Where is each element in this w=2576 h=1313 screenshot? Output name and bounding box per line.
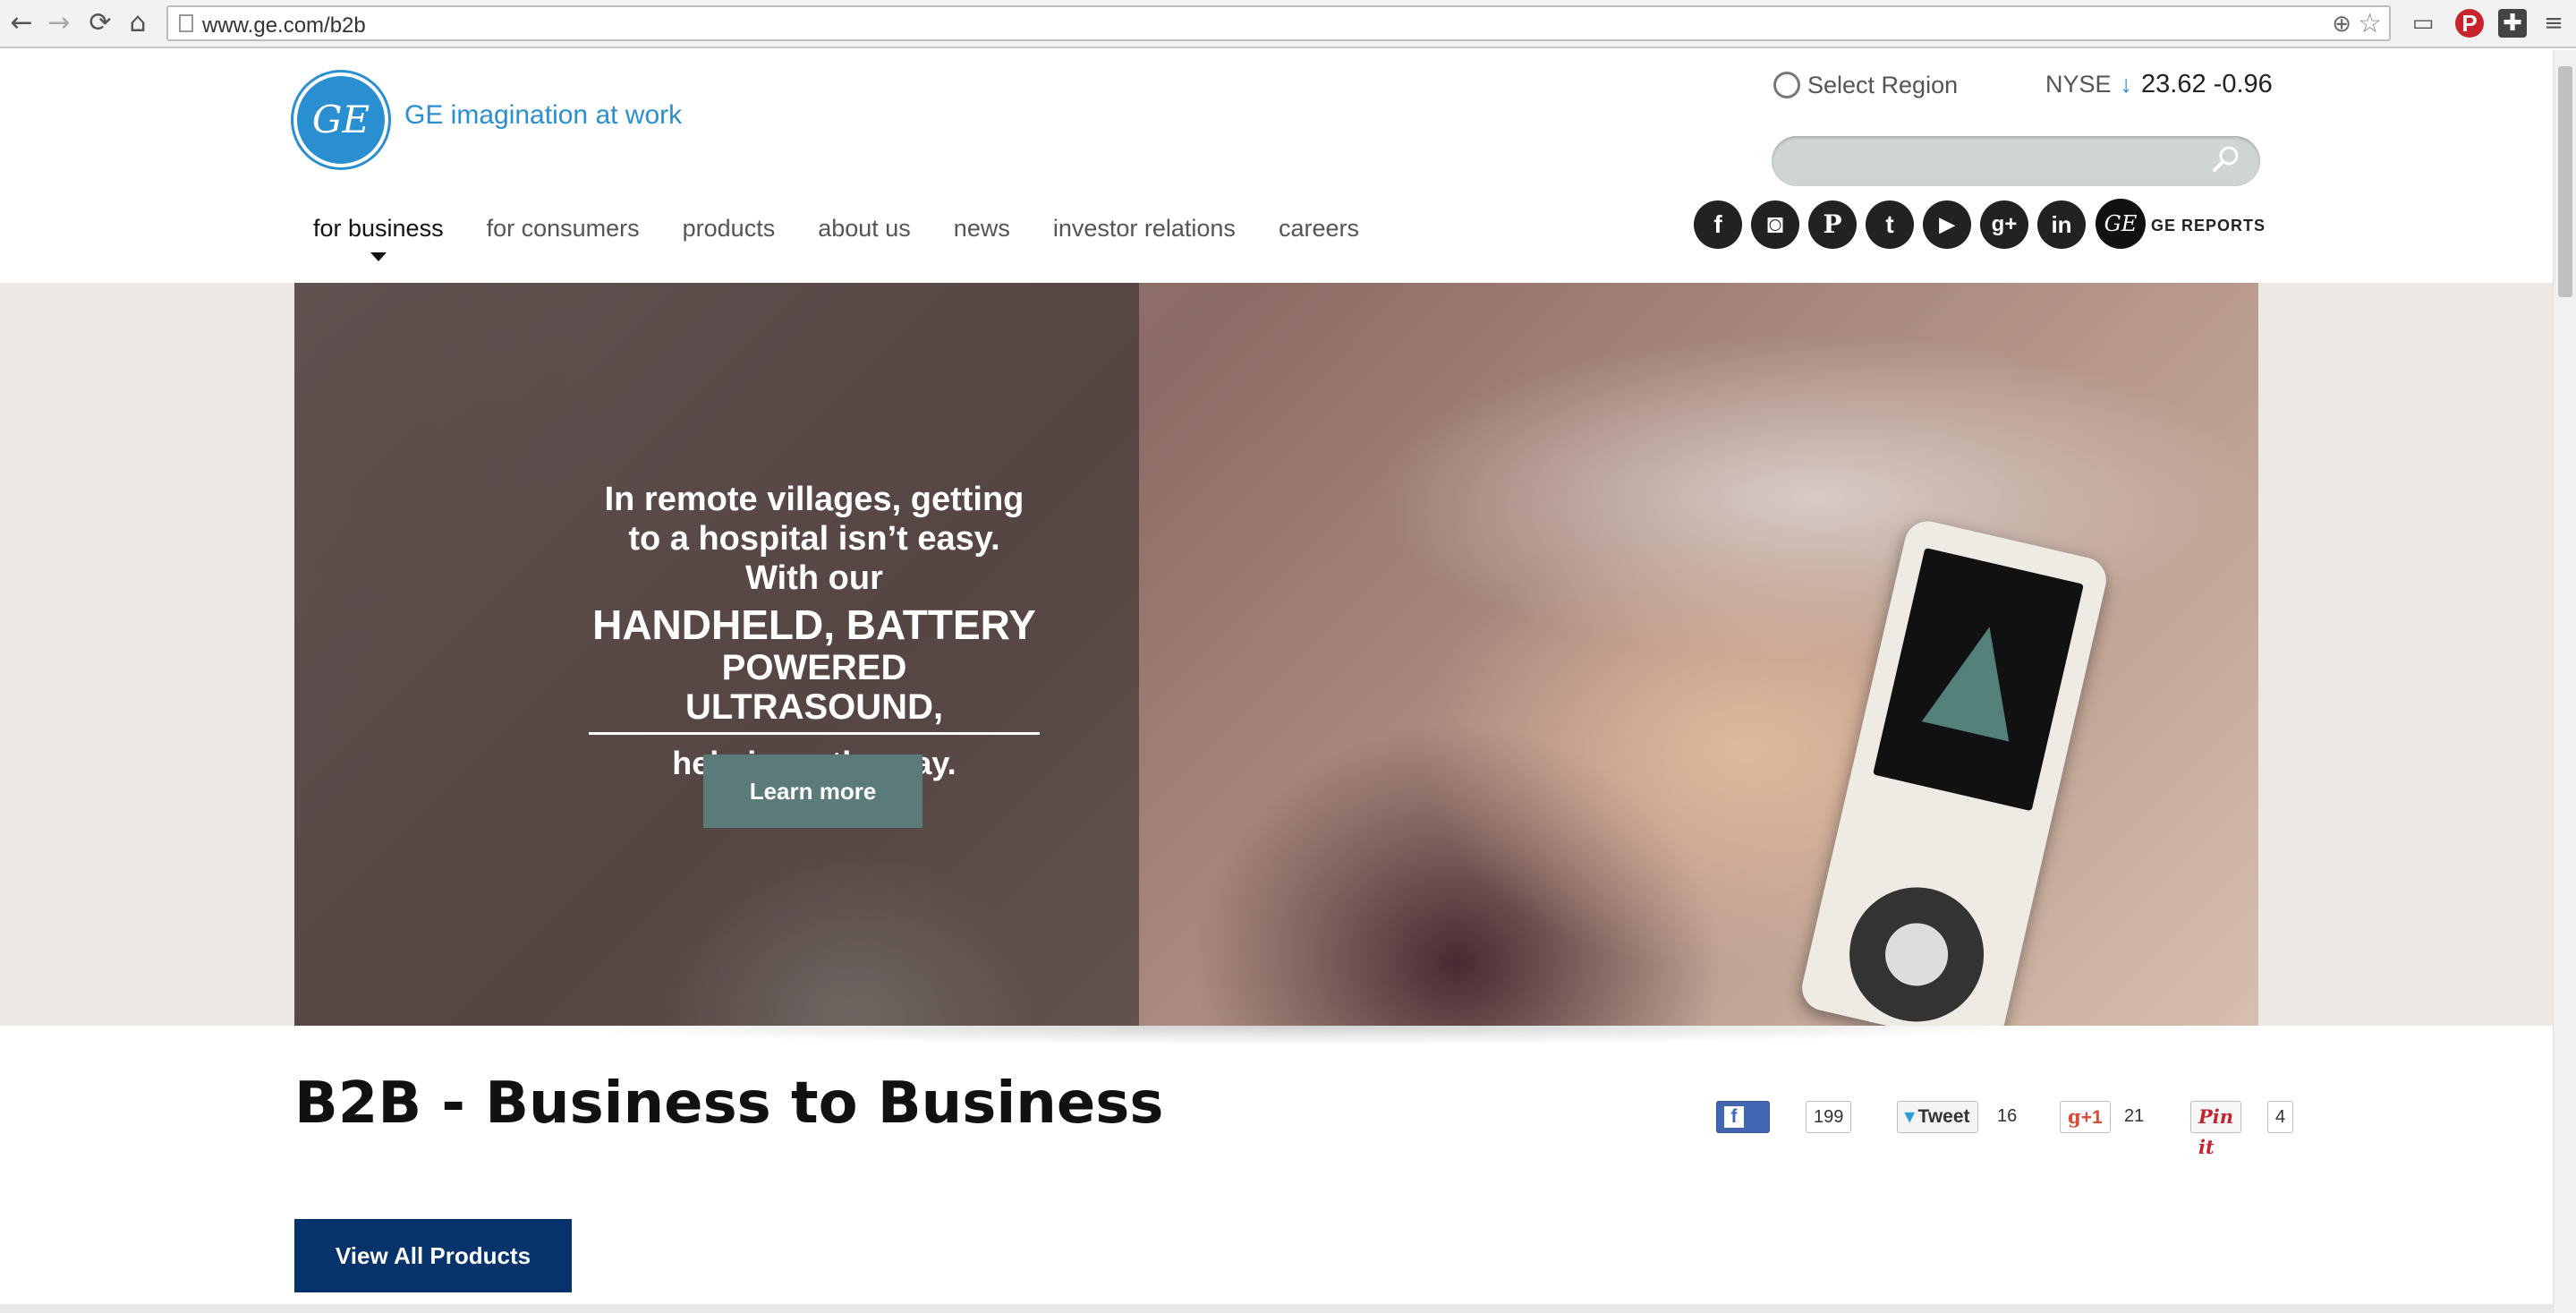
page-title: B2B - Business to Business (294, 1070, 1164, 1137)
zoom-icon[interactable]: ⊕ (2332, 11, 2351, 38)
plus-one-label: +1 (2080, 1107, 2103, 1128)
search-input[interactable] (1790, 147, 2183, 175)
menu-icon[interactable]: ≡ (2539, 9, 2568, 38)
select-region-label: Select Region (1807, 72, 1959, 98)
device-control-wheel (1836, 874, 1998, 1026)
google-plus-one-button[interactable]: g+1 (2060, 1101, 2111, 1133)
hero-headline: In remote villages, getting to a hospita… (589, 480, 1040, 783)
scrollbar-thumb[interactable] (2558, 66, 2572, 297)
tweet-button[interactable]: ▾ Tweet (1897, 1101, 1978, 1133)
forward-button[interactable]: → (43, 7, 75, 39)
home-button[interactable]: ⌂ (122, 7, 154, 39)
reload-button[interactable]: ⟳ (84, 7, 116, 39)
like-label: Like (1724, 1137, 1763, 1157)
hero-banner: In remote villages, getting to a hospita… (294, 283, 2258, 1026)
hero-line-3: POWERED ULTRASOUND, (589, 648, 1040, 735)
globe-icon (1773, 72, 1800, 98)
ge-reports-icon[interactable]: GE (2096, 199, 2146, 249)
browser-toolbar: ← → ⟳ ⌂ www.ge.com/b2b ⊕ ☆ ▭ P ✚ ≡ (0, 0, 2576, 48)
facebook-like-button[interactable]: f Like (1716, 1101, 1771, 1157)
vertical-scrollbar[interactable] (2553, 50, 2576, 1313)
plus-one-count: 21 (2117, 1101, 2152, 1133)
ultrasound-device-image (1797, 516, 2112, 1026)
youtube-icon[interactable]: ▶ (1923, 200, 1971, 249)
nav-label: for business (313, 215, 444, 242)
extension-puzzle-icon[interactable]: ✚ (2498, 9, 2527, 38)
page-icon (179, 14, 193, 32)
facebook-f-icon: f (1724, 1106, 1744, 1128)
tweet-count: 16 (1990, 1101, 2025, 1133)
down-arrow-icon: ↓ (2120, 71, 2133, 98)
active-caret-icon (370, 252, 387, 261)
address-bar[interactable]: www.ge.com/b2b ⊕ ☆ (166, 5, 2391, 41)
nav-for-consumers[interactable]: for consumers (487, 215, 640, 243)
learn-more-button[interactable]: Learn more (703, 755, 922, 828)
bookmark-star-icon[interactable]: ☆ (2358, 8, 2382, 39)
pin-count: 4 (2267, 1101, 2294, 1133)
main-nav: for business for consumers products abou… (313, 215, 1402, 261)
url-text[interactable]: www.ge.com/b2b (202, 13, 366, 38)
twitter-icon[interactable]: t (1866, 200, 1914, 249)
linkedin-icon[interactable]: in (2037, 200, 2086, 249)
logo-monogram: GE (311, 98, 370, 141)
search-box[interactable] (1772, 136, 2260, 186)
stock-ticker: NYSE ↓ 23.62 -0.96 (2045, 70, 2273, 99)
view-all-products-button[interactable]: View All Products (294, 1219, 572, 1292)
stock-exchange: NYSE (2045, 71, 2112, 98)
nav-investor-relations[interactable]: investor relations (1053, 215, 1236, 243)
facebook-icon[interactable]: f (1694, 200, 1742, 249)
hero-line-1: In remote villages, getting to a hospita… (604, 481, 1024, 597)
like-count: 199 (1806, 1101, 1852, 1133)
ge-reports-link[interactable]: GE REPORTS (2151, 217, 2266, 235)
cast-icon[interactable]: ▭ (2409, 9, 2437, 38)
back-button[interactable]: ← (5, 7, 38, 39)
twitter-bird-icon: ▾ (1905, 1106, 1915, 1127)
nav-about-us[interactable]: about us (818, 215, 911, 243)
horizontal-scrollbar[interactable] (0, 1304, 2553, 1313)
nav-news[interactable]: news (954, 215, 1010, 243)
pinterest-extension-icon[interactable]: P (2455, 9, 2484, 38)
device-screen (1873, 547, 2084, 812)
hero-line-2: HANDHELD, BATTERY (592, 601, 1036, 648)
select-region[interactable]: Select Region (1773, 72, 1958, 99)
nav-products[interactable]: products (683, 215, 776, 243)
instagram-icon[interactable]: ◙ (1751, 200, 1799, 249)
tweet-label: Tweet (1917, 1106, 1970, 1127)
google-g-icon: g (2068, 1105, 2081, 1128)
ge-logo[interactable]: GE (293, 72, 388, 167)
nav-for-business[interactable]: for business (313, 215, 444, 261)
stock-value: 23.62 -0.96 (2141, 70, 2273, 98)
tagline[interactable]: GE imagination at work (404, 100, 682, 131)
hero-shadow (537, 1026, 2058, 1045)
pin-it-button[interactable]: Pin it (2190, 1101, 2242, 1158)
search-icon[interactable] (2212, 145, 2240, 174)
pinterest-icon[interactable]: P (1808, 200, 1857, 249)
ultrasound-cone (1921, 617, 2034, 742)
nav-careers[interactable]: careers (1279, 215, 1359, 243)
google-plus-icon[interactable]: g+ (1980, 200, 2028, 249)
